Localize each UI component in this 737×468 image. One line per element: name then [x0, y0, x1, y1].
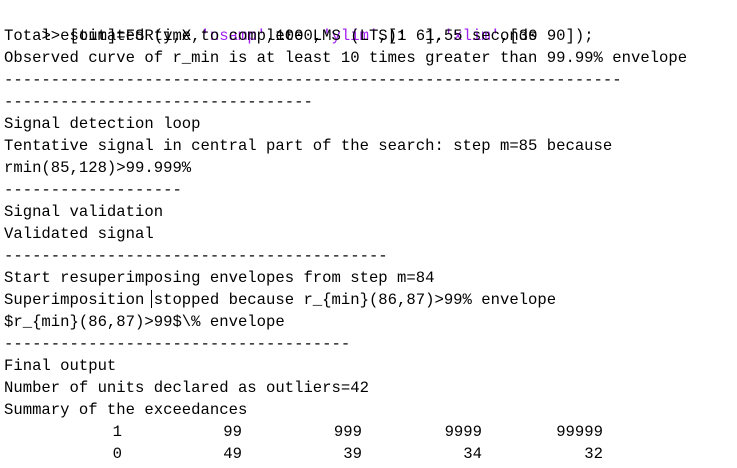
separator-line: ----------------------------------------… — [4, 71, 622, 89]
table-cell: 999 — [333, 423, 362, 441]
output-line-tex: $r_{min}(86,87)>99$\% envelope — [4, 313, 285, 331]
table-cell: 0 — [112, 445, 122, 463]
separator-line: ------------------- — [4, 181, 182, 199]
output-line-rmin: rmin(85,128)>99.999% — [4, 159, 192, 177]
separator-line: --------------------------------- — [4, 93, 313, 111]
output-line-validated: Validated signal — [4, 225, 154, 243]
table-cell: 99 — [223, 423, 242, 441]
output-line-units: Number of units declared as outliers=42 — [4, 379, 369, 397]
section-title-final: Final output — [4, 357, 117, 375]
output-line-summary: Summary of the exceedances — [4, 401, 248, 419]
command-window[interactable]: >> [out]=FSR(y,X,'nsamp',1000,'ylim',[1 … — [0, 0, 737, 468]
output-line-stopped: Superimposition stopped because r_{min}(… — [4, 291, 557, 309]
table-cell: 9999 — [444, 423, 482, 441]
command-line: >> [out]=FSR(y,X,'nsamp',1000,'ylim',[1 … — [4, 3, 593, 45]
table-cell: 1 — [112, 423, 122, 441]
output-line-tentative: Tentative signal in central part of the … — [4, 137, 613, 155]
output-line-resuperimpose: Start resuperimposing envelopes from ste… — [4, 269, 435, 287]
section-title-validation: Signal validation — [4, 203, 164, 221]
separator-line: ----------------------------------------… — [4, 247, 388, 265]
section-title-detection: Signal detection loop — [4, 115, 201, 133]
output-line-observed: Observed curve of r_min is at least 10 t… — [4, 49, 688, 67]
table-cell: 49 — [223, 445, 242, 463]
table-cell: 39 — [343, 445, 362, 463]
table-cell: 32 — [584, 445, 603, 463]
table-cell: 99999 — [556, 423, 603, 441]
table-cell: 34 — [463, 445, 482, 463]
separator-line: ------------------------------------- — [4, 335, 351, 353]
output-line-time: Total estimated time to complete LMS (LT… — [4, 27, 538, 45]
text-cursor — [151, 290, 152, 308]
